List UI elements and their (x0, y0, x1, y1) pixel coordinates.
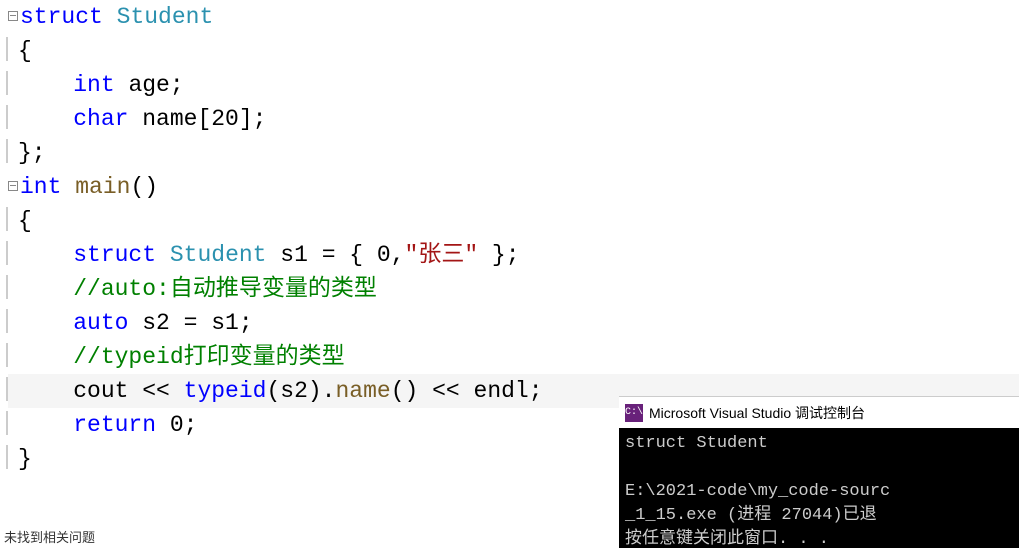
indent (18, 242, 73, 268)
function-name: name (335, 378, 390, 404)
outline-bar (6, 309, 8, 333)
code-line[interactable]: //typeid打印变量的类型 (8, 340, 1019, 374)
code-line[interactable]: //auto:自动推导变量的类型 (8, 272, 1019, 306)
identifier: name[20]; (128, 106, 266, 132)
outline-bar (6, 411, 8, 435)
console-title: Microsoft Visual Studio 调试控制台 (649, 403, 865, 423)
identifier: s1 = { 0, (266, 242, 404, 268)
keyword: char (73, 106, 128, 132)
keyword: auto (73, 310, 128, 336)
indent (18, 310, 73, 336)
type-name: Student (170, 242, 267, 268)
code-line[interactable]: int main() (8, 170, 1019, 204)
code-line[interactable]: auto s2 = s1; (8, 306, 1019, 340)
identifier: (s2). (266, 378, 335, 404)
code-line[interactable]: struct Student s1 = { 0,"张三" }; (8, 238, 1019, 272)
console-line: 按任意键关闭此窗口. . . (625, 530, 829, 549)
console-icon: C:\ (625, 404, 643, 422)
code-line[interactable]: int age; (8, 68, 1019, 102)
console-output[interactable]: struct Student E:\2021-code\my_code-sour… (619, 428, 1019, 548)
keyword: int (20, 174, 61, 200)
identifier: () << endl; (391, 378, 543, 404)
identifier: 0; (156, 412, 197, 438)
console-line: struct Student (625, 434, 768, 453)
function-name: main (75, 174, 130, 200)
outline-bar (6, 275, 8, 299)
identifier: s2 = s1; (128, 310, 252, 336)
indent (18, 344, 73, 370)
outline-bar (6, 71, 8, 95)
keyword: struct (73, 242, 156, 268)
comment: //auto:自动推导变量的类型 (73, 276, 377, 302)
code-line[interactable]: struct Student (8, 0, 1019, 34)
code-line[interactable]: { (8, 34, 1019, 68)
punct: }; (478, 242, 519, 268)
debug-console-window[interactable]: C:\ Microsoft Visual Studio 调试控制台 struct… (619, 396, 1019, 548)
brace: } (18, 446, 32, 472)
outline-bar (6, 37, 8, 61)
console-line: E:\2021-code\my_code-sourc (625, 482, 890, 501)
parens: () (130, 174, 158, 200)
brace: { (18, 208, 32, 234)
status-bar-text: 未找到相关问题 (0, 525, 99, 548)
keyword: int (73, 72, 114, 98)
indent (18, 378, 73, 404)
outline-bar (6, 207, 8, 231)
keyword: return (73, 412, 156, 438)
indent (18, 276, 73, 302)
indent (18, 412, 73, 438)
string-literal: "张三" (405, 242, 479, 268)
fold-toggle-icon[interactable] (8, 181, 18, 191)
keyword: struct (20, 4, 103, 30)
indent (18, 72, 73, 98)
keyword: typeid (184, 378, 267, 404)
outline-bar (6, 105, 8, 129)
outline-bar (6, 445, 8, 469)
indent (18, 106, 73, 132)
console-titlebar[interactable]: C:\ Microsoft Visual Studio 调试控制台 (619, 396, 1019, 428)
outline-bar (6, 139, 8, 163)
identifier: cout << (73, 378, 183, 404)
identifier: age; (115, 72, 184, 98)
brace: { (18, 38, 32, 64)
code-line[interactable]: { (8, 204, 1019, 238)
console-line: _1_15.exe (进程 27044)已退 (625, 506, 877, 525)
code-line[interactable]: }; (8, 136, 1019, 170)
code-line[interactable]: char name[20]; (8, 102, 1019, 136)
fold-toggle-icon[interactable] (8, 11, 18, 21)
type-name: Student (117, 4, 214, 30)
outline-bar (6, 241, 8, 265)
comment: //typeid打印变量的类型 (73, 344, 344, 370)
outline-bar (6, 343, 8, 367)
outline-bar (6, 377, 8, 401)
brace: }; (18, 140, 46, 166)
